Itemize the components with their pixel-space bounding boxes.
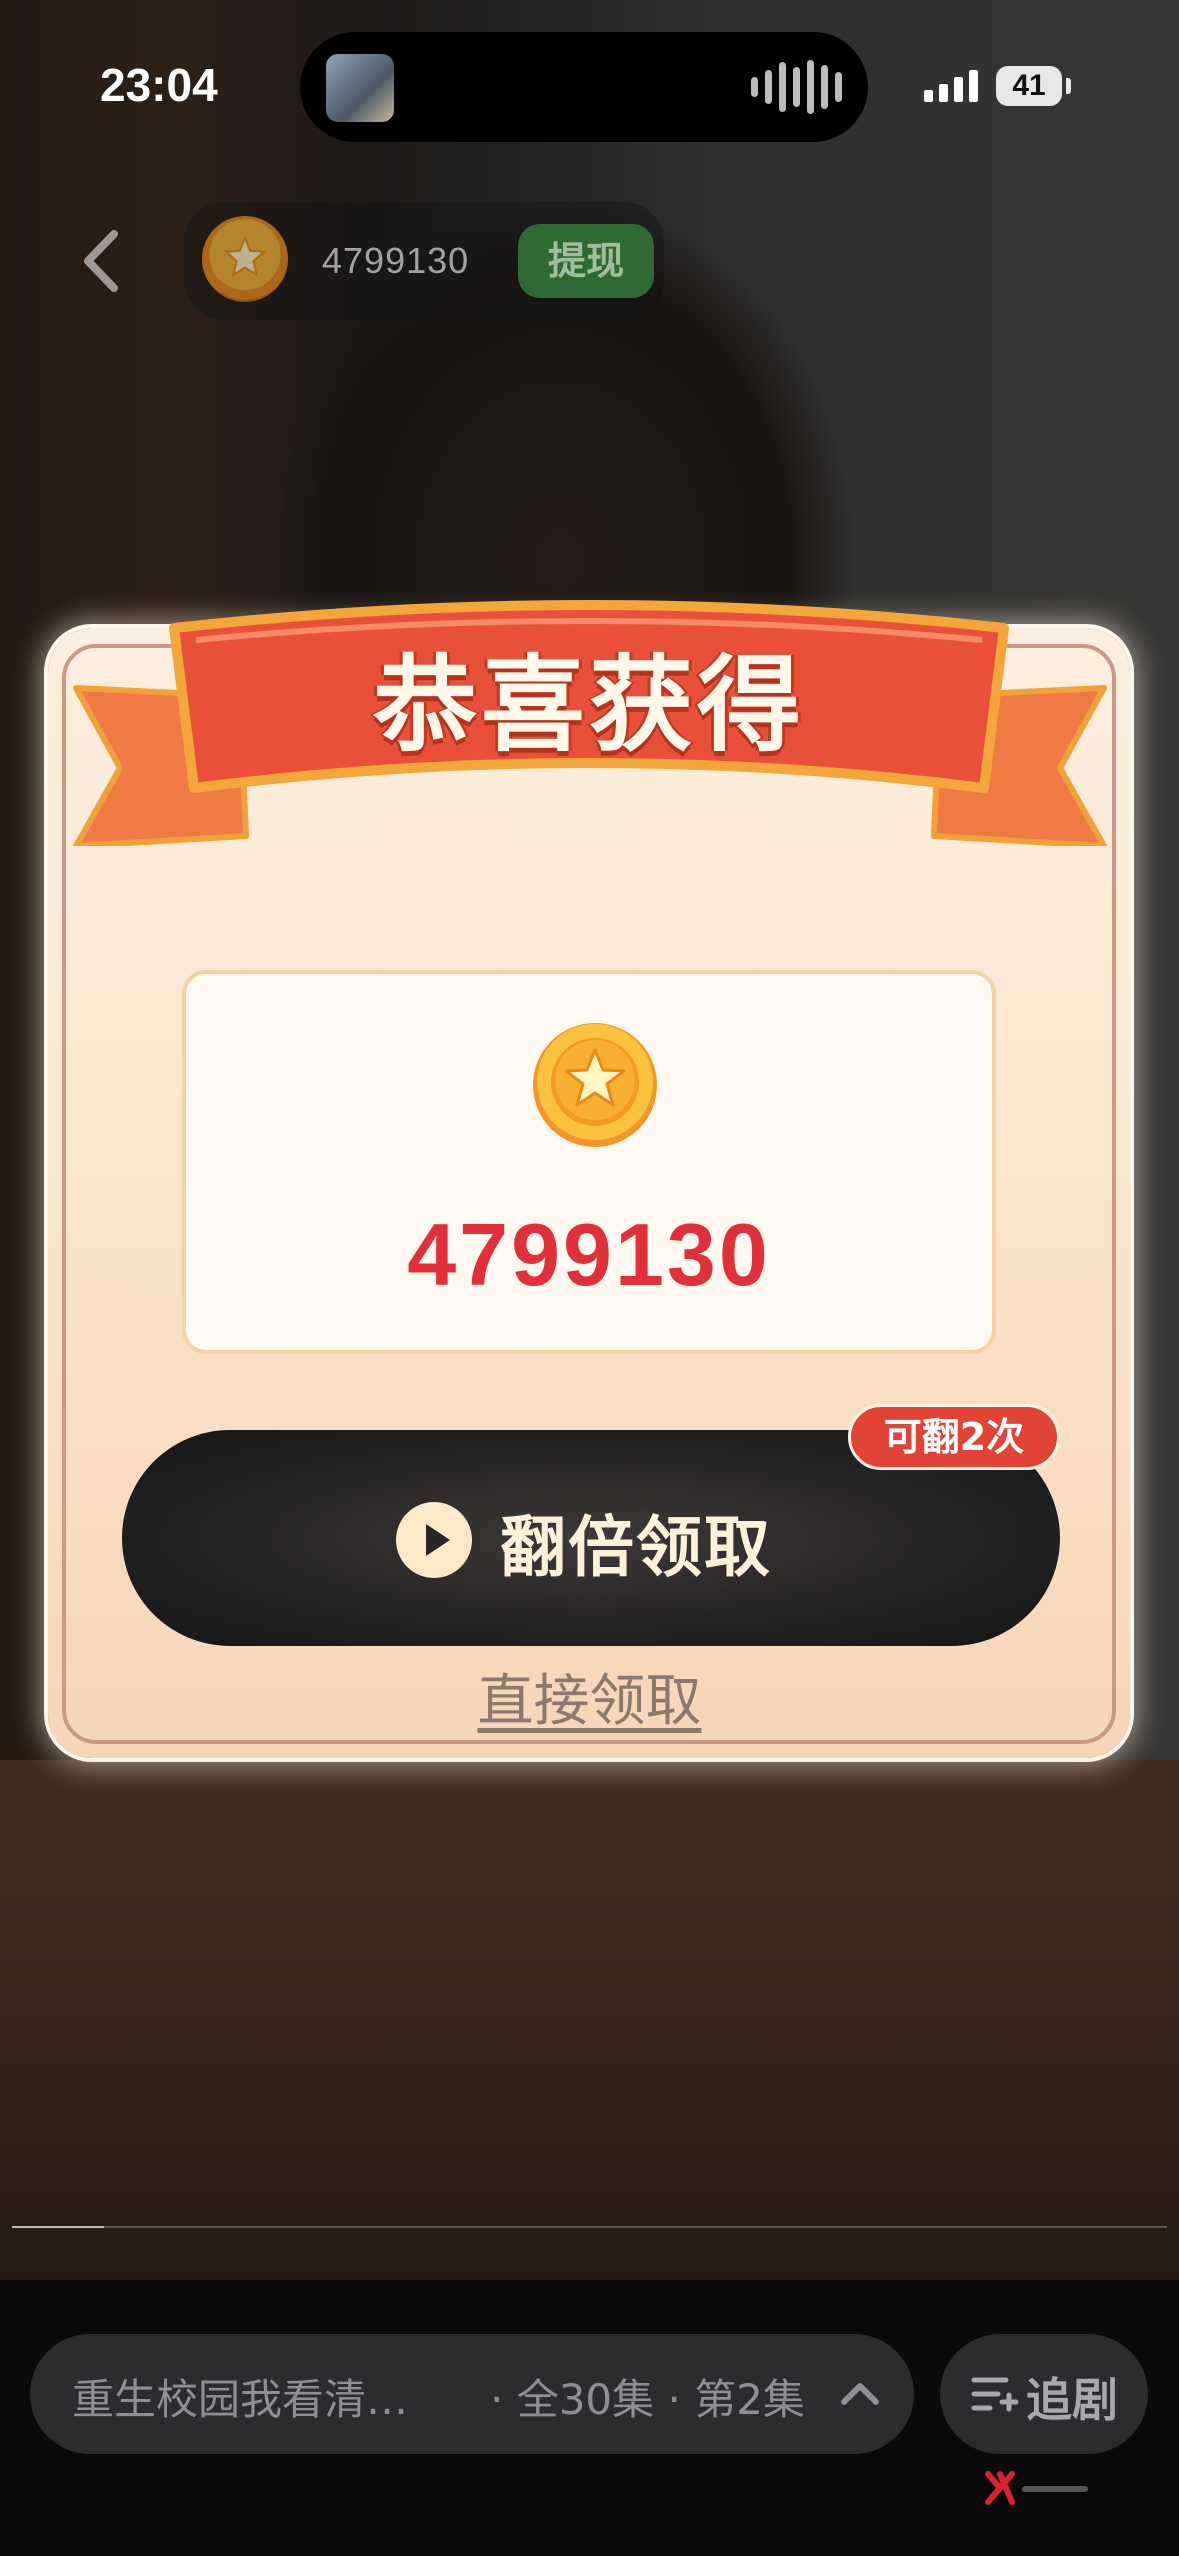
coin-balance-value: 4799130 [322, 240, 470, 281]
reward-amount-value: 4799130 [407, 1205, 771, 1304]
follow-drama-button[interactable]: 追剧 [940, 2334, 1148, 2454]
drama-info-pill[interactable]: 重生校园我看清… · 全30集 · 第2集 [30, 2334, 914, 2454]
flip-count-badge: 可翻2次 [848, 1404, 1060, 1470]
reward-amount-card: 4799130 [182, 970, 996, 1354]
play-icon [396, 1502, 472, 1578]
coin-balance-pill[interactable]: 4799130 提现 [184, 202, 664, 320]
video-progress-bar[interactable] [12, 2226, 1167, 2228]
gold-coin-icon [533, 1023, 657, 1147]
follow-drama-label: 追剧 [1026, 2373, 1118, 2427]
battery-tip [1066, 78, 1071, 94]
video-progress-fill [12, 2226, 105, 2228]
direct-claim-link[interactable]: 直接领取 [0, 1656, 1179, 1737]
brand-watermark-logo [985, 2471, 1088, 2505]
back-chevron-icon[interactable] [72, 226, 132, 296]
now-playing-thumbnail [326, 54, 394, 122]
double-reward-label: 翻倍领取 [500, 1509, 772, 1586]
popup-title: 恭喜获得 [372, 644, 805, 766]
withdraw-button[interactable]: 提现 [518, 224, 654, 298]
chevron-up-icon[interactable] [836, 2372, 884, 2416]
battery-indicator: 41 [996, 66, 1062, 106]
audio-waveform-icon [751, 60, 842, 114]
gold-coin-icon [202, 216, 288, 302]
drama-episode-info: · 全30集 · 第2集 [490, 2375, 805, 2424]
cellular-signal-icon [924, 70, 978, 102]
drama-title: 重生校园我看清… [72, 2375, 409, 2424]
dynamic-island[interactable] [300, 32, 868, 142]
playlist-add-icon [971, 2377, 1019, 2412]
status-time: 23:04 [100, 59, 218, 111]
